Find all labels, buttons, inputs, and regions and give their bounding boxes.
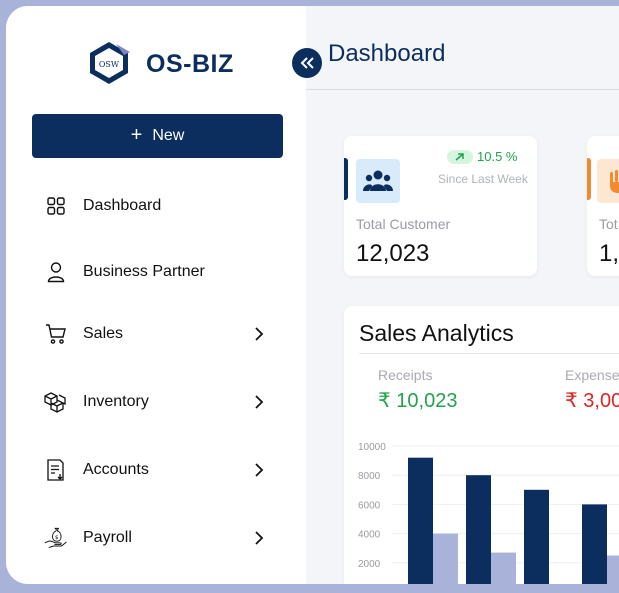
osw-logo-icon: OSW bbox=[90, 42, 130, 84]
trend-caption: Since Last Week bbox=[438, 172, 528, 186]
new-button-label: New bbox=[152, 127, 185, 144]
stat-label: Tot bbox=[599, 216, 618, 232]
grid-icon bbox=[44, 194, 68, 218]
bar-series-1-3 bbox=[607, 555, 619, 584]
sales-analytics-title: Sales Analytics bbox=[359, 320, 514, 346]
sidebar-item-label: Business Partner bbox=[83, 263, 205, 280]
expenses-value: ₹ 3,00 bbox=[565, 390, 619, 412]
app-window: OSW OS-BIZ + New Dashboard Business Part… bbox=[6, 6, 619, 584]
page-title: Dashboard bbox=[328, 40, 446, 67]
users-icon bbox=[356, 159, 400, 203]
trend-up-icon bbox=[447, 149, 473, 164]
bar-series-0-0 bbox=[408, 457, 433, 584]
y-tick-label: 4000 bbox=[358, 530, 381, 541]
sidebar-item-label: Inventory bbox=[83, 393, 149, 410]
stat-value: 12,023 bbox=[356, 240, 430, 267]
trend-indicator: 10.5 % bbox=[447, 149, 517, 164]
card-accent-bar bbox=[587, 158, 591, 200]
collapse-sidebar-button[interactable] bbox=[292, 48, 322, 78]
sidebar-item-inventory[interactable]: Inventory bbox=[44, 384, 268, 420]
divider bbox=[359, 353, 619, 354]
sidebar-item-business-partner[interactable]: Business Partner bbox=[44, 254, 268, 290]
y-tick-label: 10000 bbox=[358, 442, 386, 453]
money-bag-hand-icon: $ bbox=[44, 526, 68, 550]
sidebar-item-label: Sales bbox=[83, 325, 124, 342]
sales-analytics-card: Sales Analytics Receipts ₹ 10,023 Expens… bbox=[344, 306, 619, 584]
chevron-right-icon bbox=[255, 327, 264, 341]
receipts-value: ₹ 10,023 bbox=[378, 390, 458, 412]
user-icon bbox=[44, 260, 68, 284]
sidebar-item-label: Dashboard bbox=[83, 197, 162, 214]
document-icon bbox=[44, 458, 68, 482]
stat-label: Total Customer bbox=[356, 216, 451, 232]
card-accent-bar bbox=[344, 158, 348, 200]
top-bar: Dashboard bbox=[306, 6, 619, 90]
sidebar-item-payroll[interactable]: $ Payroll bbox=[44, 520, 268, 556]
stat-card-2: Tot 1,0 bbox=[587, 136, 619, 276]
y-tick-label: 6000 bbox=[358, 500, 381, 511]
bar-series-1-0 bbox=[433, 533, 458, 584]
bar-series-0-2 bbox=[524, 489, 549, 584]
plus-icon: + bbox=[130, 124, 143, 146]
stat-value: 1,0 bbox=[599, 240, 619, 267]
hand-icon bbox=[597, 159, 619, 203]
sidebar-item-label: Accounts bbox=[83, 461, 149, 478]
window-frame: OSW OS-BIZ + New Dashboard Business Part… bbox=[0, 0, 619, 593]
y-tick-label: 2000 bbox=[358, 559, 381, 570]
chevron-right-icon bbox=[255, 531, 264, 545]
sidebar: OSW OS-BIZ + New Dashboard Business Part… bbox=[6, 6, 306, 584]
stat-card-total-customer: 10.5 % Since Last Week Total Customer 12… bbox=[344, 136, 537, 276]
chevron-right-icon bbox=[255, 395, 264, 409]
sidebar-item-label: Payroll bbox=[83, 529, 132, 546]
brand-name: OS-BIZ bbox=[146, 50, 234, 78]
y-tick-label: 8000 bbox=[358, 471, 381, 482]
chevron-right-icon bbox=[255, 463, 264, 477]
expenses-label: Expense bbox=[565, 367, 619, 383]
boxes-icon bbox=[44, 390, 68, 414]
receipts-label: Receipts bbox=[378, 367, 433, 383]
trend-value: 10.5 % bbox=[477, 149, 518, 164]
cart-icon bbox=[44, 322, 68, 346]
svg-text:$: $ bbox=[55, 535, 59, 541]
new-button[interactable]: + New bbox=[32, 114, 283, 158]
double-chevron-left-icon bbox=[300, 57, 314, 69]
logo-text: OSW bbox=[99, 60, 120, 69]
bar-series-1-1 bbox=[491, 552, 516, 584]
bar-series-0-3 bbox=[582, 504, 607, 584]
sidebar-item-dashboard[interactable]: Dashboard bbox=[44, 188, 268, 224]
sidebar-item-accounts[interactable]: Accounts bbox=[44, 452, 268, 488]
sidebar-item-sales[interactable]: Sales bbox=[44, 316, 268, 352]
main-content: Dashboard 10.5 % Since Last Week Total C… bbox=[292, 6, 619, 584]
sales-bar-chart: 10000 8000 6000 4000 2000 bbox=[358, 442, 619, 584]
bar-series-0-1 bbox=[466, 475, 491, 584]
